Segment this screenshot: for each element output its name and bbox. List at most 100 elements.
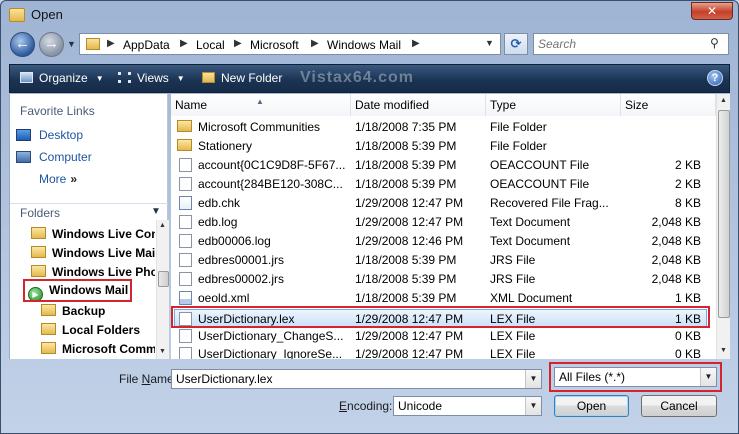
file-row-edbres00002[interactable]: edbres00002.jrs 1/18/2008 5:39 PM JRS Fi… — [171, 270, 716, 289]
desktop-icon — [16, 129, 31, 141]
views-icon — [118, 72, 131, 83]
file-date: 1/18/2008 5:39 PM — [355, 139, 457, 153]
column-header-type[interactable]: Type — [486, 94, 621, 116]
forward-button[interactable]: → — [39, 32, 64, 57]
breadcrumb-separator-icon[interactable]: ▶ — [412, 38, 420, 49]
breadcrumb-appdata[interactable]: AppData — [123, 38, 170, 52]
file-name-label: File Name: — [119, 372, 177, 386]
organize-button[interactable]: Organize ▼ — [20, 71, 104, 85]
new-folder-label: New Folder — [221, 71, 283, 85]
file-row-edb-log[interactable]: edb.log 1/29/2008 12:47 PM Text Document… — [171, 213, 716, 232]
file-date: 1/29/2008 12:47 PM — [355, 347, 464, 359]
search-icon[interactable]: ⚲ — [710, 36, 719, 50]
file-name-cell: UserDictionary_ChangeS... — [179, 327, 349, 346]
file-row-account-2[interactable]: account{284BE120-308C... 1/18/2008 5:39 … — [171, 175, 716, 194]
file-list-scrollbar[interactable]: ▲ ▼ — [716, 94, 730, 359]
file-name: edbres00001.jrs — [198, 253, 285, 267]
file-row-microsoft-communities[interactable]: Microsoft Communities 1/18/2008 7:35 PM … — [171, 118, 716, 137]
breadcrumb-windows-mail[interactable]: Windows Mail — [327, 38, 401, 52]
folder-icon — [41, 323, 56, 335]
tree-item-windows-live-photo-gallery[interactable]: Windows Live Photo Gallery — [31, 265, 155, 279]
search-box[interactable]: ⚲ — [533, 33, 729, 55]
tree-item-windows-live-contacts[interactable]: Windows Live Contacts — [31, 227, 155, 241]
file-type: LEX File — [490, 347, 536, 359]
column-header-date-modified[interactable]: Date modified — [351, 94, 486, 116]
column-header-name[interactable]: Name ▲ — [171, 94, 351, 116]
tree-item-label: Microsoft Communities — [62, 342, 155, 356]
breadcrumb-microsoft[interactable]: Microsoft — [250, 38, 299, 52]
file-row-userdictionary-ignore[interactable]: UserDictionary_IgnoreSe... 1/29/2008 12:… — [171, 345, 716, 359]
refresh-button[interactable]: ⟳ — [504, 33, 528, 55]
scrollbar-thumb[interactable] — [718, 110, 730, 318]
scroll-down-icon[interactable]: ▼ — [720, 347, 727, 354]
file-row-edb00006-log[interactable]: edb00006.log 1/29/2008 12:46 PM Text Doc… — [171, 232, 716, 251]
cancel-button[interactable]: Cancel — [641, 395, 717, 417]
breadcrumb-local[interactable]: Local — [196, 38, 225, 52]
file-name-cell: edb.chk — [179, 194, 349, 213]
breadcrumb-separator-icon[interactable]: ▶ — [180, 38, 188, 49]
file-date: 1/29/2008 12:47 PM — [355, 196, 464, 210]
folder-icon — [41, 342, 56, 354]
scroll-up-icon[interactable]: ▲ — [159, 222, 166, 229]
file-name-field[interactable]: UserDictionary.lex ▼ — [171, 369, 542, 389]
address-bar[interactable]: ▶ AppData ▶ Local ▶ Microsoft ▶ Windows … — [79, 33, 501, 55]
views-button[interactable]: Views ▼ — [118, 71, 185, 85]
scrollbar-thumb[interactable] — [158, 271, 169, 287]
recent-pages-dropdown-icon[interactable]: ▼ — [67, 39, 76, 49]
folder-icon — [41, 304, 56, 316]
folder-icon — [177, 120, 192, 132]
favorite-link-desktop[interactable]: Desktop — [16, 128, 83, 142]
tree-item-label: Windows Live Mail — [52, 246, 155, 260]
file-size: 2 KB — [674, 158, 701, 172]
file-row-stationery[interactable]: Stationery 1/18/2008 5:39 PM File Folder — [171, 137, 716, 156]
favorite-link-computer[interactable]: Computer — [16, 150, 92, 164]
file-name-cell: edb.log — [179, 213, 349, 232]
watermark: Vistax64.com — [300, 69, 414, 86]
close-button[interactable]: ✕ — [691, 2, 733, 20]
search-input[interactable] — [538, 36, 708, 52]
favorite-link-more[interactable]: More» — [39, 172, 77, 186]
tree-item-backup[interactable]: Backup — [41, 304, 155, 318]
file-date: 1/18/2008 5:39 PM — [355, 272, 457, 286]
tree-item-microsoft-communities[interactable]: Microsoft Communities — [41, 342, 155, 356]
file-name: edb00006.log — [198, 234, 271, 248]
file-row-userdictionary-changes[interactable]: UserDictionary_ChangeS... 1/29/2008 12:4… — [171, 327, 716, 346]
folders-heading[interactable]: Folders — [20, 206, 60, 220]
chevron-down-icon[interactable]: ▼ — [525, 397, 541, 415]
folder-icon — [86, 38, 100, 50]
column-header-label: Name — [175, 98, 208, 112]
navigation-scrollbar[interactable]: ▲ ▼ — [156, 220, 169, 359]
file-row-edb-chk[interactable]: edb.chk 1/29/2008 12:47 PM Recovered Fil… — [171, 194, 716, 213]
scroll-up-icon[interactable]: ▲ — [720, 97, 727, 104]
breadcrumb-separator-icon[interactable]: ▶ — [107, 38, 115, 49]
address-dropdown-icon[interactable]: ▼ — [485, 38, 494, 48]
breadcrumb-separator-icon[interactable]: ▶ — [311, 38, 319, 49]
file-name-cell: account{0C1C9D8F-5F67... — [179, 156, 349, 175]
scroll-down-icon[interactable]: ▼ — [159, 348, 166, 355]
column-header-size[interactable]: Size — [621, 94, 716, 116]
file-row-edbres00001[interactable]: edbres00001.jrs 1/18/2008 5:39 PM JRS Fi… — [171, 251, 716, 270]
tree-item-local-folders[interactable]: Local Folders — [41, 323, 155, 337]
help-icon[interactable]: ? — [707, 70, 723, 86]
file-name-cell: Stationery — [177, 137, 349, 156]
file-type: JRS File — [490, 272, 536, 286]
file-name: account{284BE120-308C... — [198, 177, 343, 191]
breadcrumb-separator-icon[interactable]: ▶ — [234, 38, 242, 49]
window-title: Open — [31, 7, 63, 22]
back-button[interactable]: ← — [10, 32, 35, 57]
new-folder-button[interactable]: New Folder — [202, 71, 282, 85]
file-row-account-1[interactable]: account{0C1C9D8F-5F67... 1/18/2008 5:39 … — [171, 156, 716, 175]
file-name: edb.chk — [198, 196, 241, 210]
open-button[interactable]: Open — [554, 395, 629, 417]
file-size: 0 KB — [674, 347, 701, 359]
file-date: 1/18/2008 5:39 PM — [355, 177, 457, 191]
file-name-cell: edbres00001.jrs — [179, 251, 349, 270]
encoding-select[interactable]: Unicode ▼ — [393, 396, 542, 416]
file-name-cell: account{284BE120-308C... — [179, 175, 349, 194]
tree-item-windows-live-mail[interactable]: Windows Live Mail — [31, 246, 155, 260]
file-name-cell: UserDictionary_IgnoreSe... — [179, 345, 349, 359]
chevron-down-icon[interactable]: ▼ — [151, 206, 161, 217]
chevron-down-icon: ▼ — [95, 74, 104, 83]
chevron-down-icon[interactable]: ▼ — [525, 370, 541, 388]
file-size: 2,048 KB — [651, 215, 701, 229]
